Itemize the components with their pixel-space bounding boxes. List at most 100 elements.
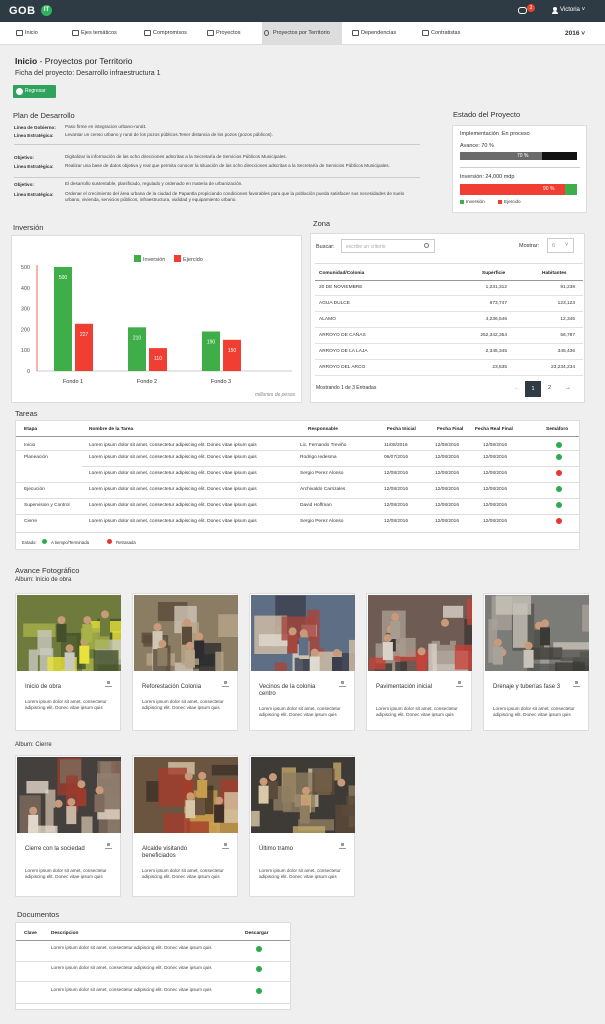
download-icon[interactable] [256, 988, 262, 994]
nav-proyectos[interactable]: Proyectos [205, 22, 260, 45]
task-name: Lorem ipsum dolor sit amet, consectetur … [89, 519, 257, 524]
bar-value-label: 227 [80, 332, 89, 338]
photo-title: Drenaje y tuberías fase 3 [493, 684, 561, 690]
photo-description: Lorem ipsum dolor sit amet, consectetur … [259, 706, 341, 717]
back-button[interactable]: Regresar [13, 85, 56, 98]
photo-thumbnail[interactable] [251, 757, 377, 848]
page-1-button[interactable]: 1 [525, 381, 541, 397]
plan-label: Línea Estratégica: [14, 164, 54, 169]
task-stage: Supervision y Control [24, 503, 70, 508]
photo-card[interactable]: Inicio de obra Lorem ipsum dolor sit amet… [15, 593, 129, 731]
col-habitantes[interactable]: Habitantes [542, 271, 567, 276]
download-icon[interactable] [456, 681, 463, 687]
task-start-date: 12/08/2016 [384, 487, 409, 492]
col-fecha-inicial: Fecha Inicial [387, 427, 416, 432]
divider [14, 144, 420, 145]
photo-card[interactable]: Reforestación Colonia Lorem ipsum dolor s… [132, 593, 246, 731]
breadcrumb-home[interactable]: Inicio [15, 56, 37, 66]
estado-card: Implementación :En proceso Avance: 70 % … [452, 125, 587, 213]
download-icon[interactable] [256, 946, 262, 952]
documentos-card: Clave Descripcion Descargar Lorem ipsum … [15, 922, 291, 1010]
plan-label: Línea Estratégica: [14, 133, 54, 138]
photo-title: Inicio de obra [25, 684, 62, 690]
legend-ejercido: Ejercido [504, 199, 521, 204]
album-inicio-label: Album: Inicio de obra [15, 577, 72, 583]
photo-card[interactable]: Drenaje y tuberías fase 3 Lorem ipsum dol… [483, 593, 605, 731]
page-size-select[interactable]: 6 ˅ [547, 238, 574, 253]
search-label: Buscar: [316, 244, 335, 250]
inversion-label: Inversión: 24,000 mdp [460, 174, 515, 180]
col-nombre: Nombre de la Tarea [89, 427, 134, 432]
task-end-date: 12/08/2016 [435, 519, 460, 524]
download-icon[interactable] [105, 681, 112, 687]
photo-card[interactable]: Pavimentación inicial Lorem ipsum dolor s… [366, 593, 484, 731]
task-start-date: 12/08/2016 [384, 503, 409, 508]
photo-thumbnail[interactable] [17, 595, 129, 700]
zona-cell-comunidad: ARROYO DEL ARCO [319, 365, 366, 370]
notification-badge[interactable]: 2 [527, 4, 535, 12]
col-superficie[interactable]: Superficie [482, 271, 505, 276]
download-icon[interactable] [105, 843, 112, 849]
task-end-date: 12/08/2016 [435, 487, 460, 492]
divider [16, 436, 579, 437]
page-2-button[interactable]: 2 [548, 385, 551, 391]
photo-thumbnail[interactable] [134, 595, 246, 693]
x-axis-title: millones de pesos [255, 392, 296, 398]
photo-card[interactable]: Alcalde visitando beneficiados Lorem ipsu… [132, 755, 251, 897]
task-stage: Inicio [24, 443, 36, 448]
download-icon[interactable] [222, 681, 229, 687]
implementation-status: Implementación :En proceso [460, 131, 530, 137]
task-real-end-date: 12/08/2016 [483, 487, 508, 492]
legend-label: Ejercido [183, 257, 203, 263]
photo-thumbnail[interactable] [251, 595, 385, 706]
year-select[interactable]: 2016 ˅ [565, 30, 585, 37]
legend-late: Retrasada [116, 540, 136, 545]
status-red-dot [107, 539, 112, 544]
briefcase-icon [422, 30, 429, 36]
download-icon[interactable] [573, 681, 580, 687]
photo-thumbnail[interactable] [17, 757, 143, 868]
app-logo[interactable]: GOB [9, 5, 36, 17]
photo-title: Reforestación Colonia [142, 684, 202, 690]
zona-cell-comunidad: 20 DE NOVIEMBRE [319, 285, 363, 290]
nav-dependencias[interactable]: Dependencias [350, 22, 416, 45]
col-comunidad[interactable]: Comunidad/Colonia [319, 271, 364, 276]
document-description: Lorem ipsum dolor sit amet, consectetur … [51, 987, 212, 992]
status-dot [556, 442, 562, 448]
photo-card[interactable]: Vecinos de la colonia centro Lorem ipsum … [249, 593, 385, 731]
download-icon[interactable] [339, 681, 346, 687]
estado-title: Estado del Proyecto [453, 110, 521, 119]
bar-value-label: 500 [59, 275, 68, 281]
nav-proyectos-territorio[interactable]: Proyectos por Territorio [262, 22, 342, 45]
plan-text: Digitalizar la información de las ocho d… [65, 154, 287, 159]
download-icon[interactable] [222, 843, 229, 849]
photo-thumbnail[interactable] [485, 595, 605, 698]
plan-label: Línea Estratégica: [14, 192, 54, 197]
row-divider [16, 981, 290, 982]
photo-card[interactable]: Cierre con la sociedad Lorem ipsum dolor … [15, 755, 143, 897]
nav-compromisos[interactable]: Compromisos [142, 22, 202, 45]
photo-thumbnail[interactable] [134, 757, 251, 855]
album-cierre-label: Album: Cierre [15, 742, 52, 748]
y-tick-label: 400 [21, 286, 30, 292]
prev-page-button[interactable]: ← [514, 385, 520, 391]
zona-cell-habitantes: 91,238 [560, 285, 575, 290]
search-input[interactable]: escribe un criterio [341, 239, 435, 253]
next-page-button[interactable]: → [565, 385, 571, 391]
col-responsable: Responsable [308, 427, 338, 432]
nav-contratistas[interactable]: Contratistas [420, 22, 486, 45]
chevron-down-icon: ˅ [565, 242, 569, 248]
chat-icon[interactable] [518, 7, 527, 14]
nav-inicio[interactable]: Inicio [14, 22, 68, 45]
task-start-date: 12/08/2016 [384, 519, 409, 524]
nav-ejes[interactable]: Ejes temáticos [70, 22, 136, 45]
user-menu[interactable]: Victoria ˅ [560, 7, 585, 13]
photo-image [251, 595, 385, 706]
download-icon[interactable] [256, 966, 262, 972]
photo-title: Último tramo [259, 846, 294, 852]
bar-value-label: 150 [228, 348, 237, 354]
photo-card[interactable]: Último tramo Lorem ipsum dolor sit amet, … [249, 755, 377, 897]
download-icon[interactable] [339, 843, 346, 849]
photo-thumbnail[interactable] [368, 595, 484, 706]
status-dot [556, 518, 562, 524]
